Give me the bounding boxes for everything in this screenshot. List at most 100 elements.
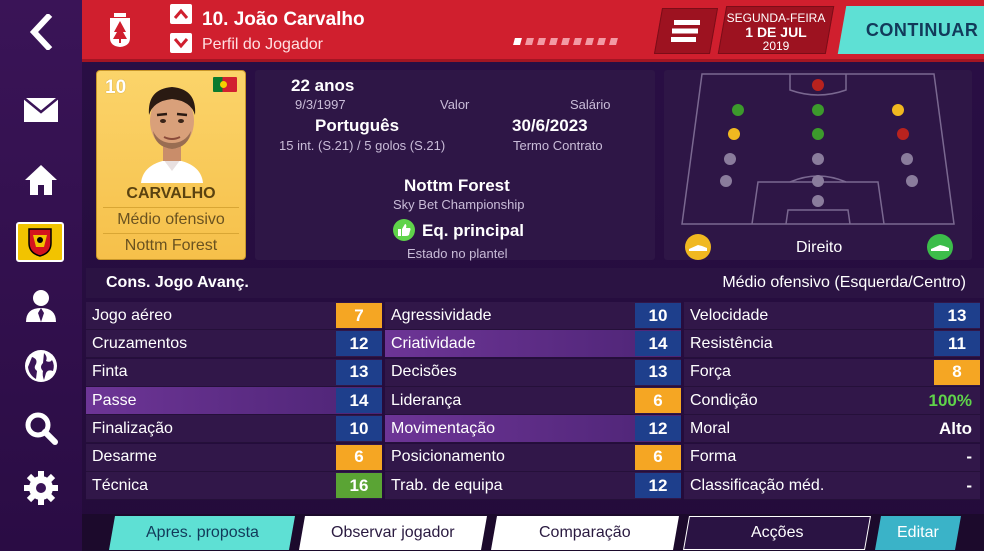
- attribute-label: Jogo aéreo: [92, 306, 173, 324]
- next-player-button[interactable]: [170, 33, 192, 53]
- club-badge-button[interactable]: [16, 222, 64, 262]
- attribute-label: Posicionamento: [391, 448, 505, 466]
- attribute-row[interactable]: Forma -: [684, 443, 980, 472]
- home-button[interactable]: [0, 152, 82, 208]
- attribute-value: 8: [934, 359, 980, 385]
- card-divider: [103, 233, 239, 234]
- attribute-row[interactable]: Agressividade 10: [385, 302, 681, 330]
- attribute-row[interactable]: Decisões 13: [385, 358, 681, 387]
- international-caps: 15 int. (S.21) / 5 golos (S.21): [279, 138, 446, 153]
- squad-button[interactable]: [0, 278, 82, 334]
- attribute-row[interactable]: Jogo aéreo 7: [86, 302, 382, 330]
- attribute-label: Forma: [690, 448, 737, 466]
- attribute-row[interactable]: Trab. de equipa 12: [385, 472, 681, 501]
- attributes-column-technical: Jogo aéreo 7 Cruzamentos 12 Finta 13 Passe 14 Fi…: [86, 302, 382, 501]
- attribute-label: Condição: [690, 391, 758, 409]
- attribute-value: 16: [336, 473, 382, 499]
- attribute-row[interactable]: Moral Alto: [684, 415, 980, 444]
- player-number: 10: [105, 77, 127, 98]
- scout-player-label: Observar jogador: [331, 524, 455, 541]
- attribute-label: Técnica: [92, 476, 149, 494]
- player-card: 10 CARVALHO Médio ofensivo Nottm Forest: [96, 70, 246, 260]
- attribute-value: 12: [336, 331, 382, 357]
- edit-button[interactable]: Editar: [875, 516, 961, 550]
- attribute-label: Liderança: [391, 391, 462, 409]
- compare-label: Comparação: [539, 524, 631, 541]
- attribute-value: -: [966, 447, 972, 467]
- page-title: 10. João Carvalho: [202, 9, 365, 30]
- person-icon: [26, 290, 56, 322]
- menu-button[interactable]: [653, 8, 719, 54]
- attribute-label: Desarme: [92, 448, 157, 466]
- attributes-column-physical: Velocidade 13 Resistência 11 Força 8 Condição 1…: [684, 302, 980, 501]
- attribute-row[interactable]: Finta 13: [86, 358, 382, 387]
- previous-player-button[interactable]: [170, 4, 192, 24]
- mail-icon: [23, 97, 59, 122]
- attribute-row[interactable]: Desarme 6: [86, 443, 382, 472]
- attribute-value: 12: [635, 416, 681, 442]
- search-button[interactable]: [0, 400, 82, 456]
- player-name: CARVALHO: [126, 185, 216, 202]
- attributes-header: Cons. Jogo Avanç. Médio ofensivo (Esquer…: [86, 268, 984, 298]
- page-dot: [597, 38, 606, 45]
- attribute-value: 12: [635, 473, 681, 499]
- position-detail: Médio ofensivo (Esquerda/Centro): [722, 274, 966, 291]
- player-portrait: [141, 87, 203, 183]
- attribute-value: 14: [635, 331, 681, 357]
- player-position: Médio ofensivo: [117, 211, 225, 228]
- date-year: 2019: [762, 39, 790, 53]
- attribute-row[interactable]: Classificação méd. -: [684, 472, 980, 501]
- action-bar: Apres. proposta Observar jogador Compara…: [82, 514, 984, 551]
- settings-button[interactable]: [0, 460, 82, 516]
- chevron-down-icon: [173, 38, 189, 49]
- attribute-value: 14: [336, 388, 382, 414]
- player-info-panel: 22 anos 9/3/1997 Valor Salário Português…: [255, 70, 655, 261]
- attribute-row[interactable]: Passe 14: [86, 387, 382, 416]
- page-subtitle: Perfil do Jogador: [202, 36, 323, 53]
- left-foot-icon: [685, 234, 711, 260]
- attribute-label: Agressividade: [391, 306, 492, 324]
- header-bar: 10. João Carvalho Perfil do Jogador SEGU…: [82, 0, 984, 62]
- player-dob: 9/3/1997: [295, 97, 346, 112]
- attribute-label: Velocidade: [690, 306, 769, 324]
- attribute-row[interactable]: Posicionamento 6: [385, 443, 681, 472]
- contract-end-date: 30/6/2023: [512, 116, 588, 135]
- attribute-label: Passe: [92, 391, 137, 409]
- back-button[interactable]: [0, 4, 82, 60]
- player-club: Nottm Forest: [124, 237, 218, 254]
- scout-player-button[interactable]: Observar jogador: [299, 516, 487, 550]
- attribute-row[interactable]: Criatividade 14: [385, 330, 681, 359]
- attribute-row[interactable]: Resistência 11: [684, 330, 980, 359]
- actions-button[interactable]: Acções: [683, 516, 871, 550]
- attribute-row[interactable]: Condição 100%: [684, 387, 980, 416]
- attribute-row[interactable]: Força 8: [684, 358, 980, 387]
- search-icon: [25, 412, 58, 445]
- attribute-label: Finalização: [92, 419, 173, 437]
- menu-icon: [671, 20, 700, 42]
- continue-button[interactable]: CONTINUAR: [837, 6, 984, 54]
- player-profile-screen: 10. João Carvalho Perfil do Jogador SEGU…: [0, 0, 984, 551]
- world-button[interactable]: [0, 338, 82, 394]
- attribute-value: Alto: [938, 418, 972, 438]
- home-icon: [25, 165, 57, 195]
- attribute-label: Moral: [690, 419, 731, 437]
- attribute-row[interactable]: Finalização 10: [86, 415, 382, 444]
- make-offer-label: Apres. proposta: [145, 524, 259, 541]
- globe-icon: [25, 350, 57, 382]
- inbox-button[interactable]: [0, 82, 82, 138]
- attribute-row[interactable]: Velocidade 13: [684, 302, 980, 330]
- page-dot: [549, 38, 558, 45]
- page-indicator: [513, 38, 618, 45]
- attribute-value: 6: [635, 388, 681, 414]
- attribute-label: Trab. de equipa: [391, 476, 503, 494]
- attribute-row[interactable]: Movimentação 12: [385, 415, 681, 444]
- right-foot-icon: [927, 234, 953, 260]
- attribute-row[interactable]: Liderança 6: [385, 387, 681, 416]
- attribute-value: 6: [336, 444, 382, 470]
- attribute-row[interactable]: Técnica 16: [86, 472, 382, 501]
- compare-button[interactable]: Comparação: [491, 516, 679, 550]
- make-offer-button[interactable]: Apres. proposta: [109, 516, 295, 550]
- page-dot: [513, 38, 522, 45]
- attribute-value: 100%: [928, 390, 972, 410]
- attribute-row[interactable]: Cruzamentos 12: [86, 330, 382, 359]
